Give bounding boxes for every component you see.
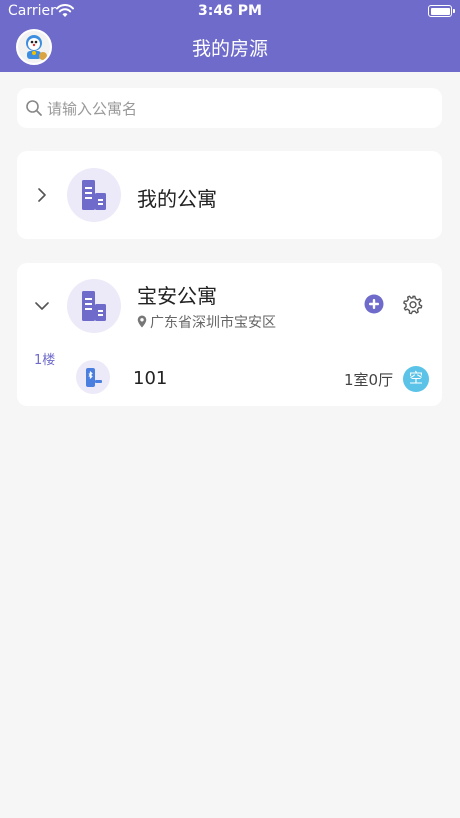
battery-icon — [428, 5, 455, 17]
building-icon — [67, 168, 121, 222]
building-icon — [67, 279, 121, 333]
apartment-address: 广东省深圳市宝安区 — [137, 312, 276, 332]
gear-icon[interactable] — [402, 294, 424, 316]
status-badge: 空 — [403, 366, 429, 392]
search-bar[interactable]: 请输入公寓名 — [17, 88, 442, 128]
chevron-right-icon[interactable] — [35, 188, 49, 202]
bluetooth-lock-icon — [76, 360, 110, 394]
add-room-button[interactable] — [364, 294, 384, 314]
room-number[interactable]: 101 — [133, 368, 167, 389]
apartment-card-expanded[interactable]: 宝安公寓 广东省深圳市宝安区 1楼 101 1室0厅 空 — [17, 263, 442, 406]
apartment-card-collapsed[interactable]: 我的公寓 — [17, 151, 442, 239]
address-text: 广东省深圳市宝安区 — [150, 315, 276, 331]
search-icon — [26, 100, 42, 116]
location-pin-icon — [137, 315, 147, 328]
apartment-name: 我的公寓 — [137, 187, 217, 211]
search-input[interactable]: 请输入公寓名 — [47, 98, 137, 119]
header-bar: Carrier 3:46 PM 我的房源 — [0, 0, 460, 72]
room-layout: 1室0厅 — [344, 371, 394, 389]
page-title: 我的房源 — [191, 38, 268, 60]
clock: 3:46 PM — [198, 3, 262, 19]
apartment-name: 宝安公寓 — [137, 284, 217, 308]
floor-label: 1楼 — [34, 353, 56, 368]
status-bar: Carrier 3:46 PM — [0, 0, 460, 24]
chevron-down-icon[interactable] — [35, 299, 49, 313]
